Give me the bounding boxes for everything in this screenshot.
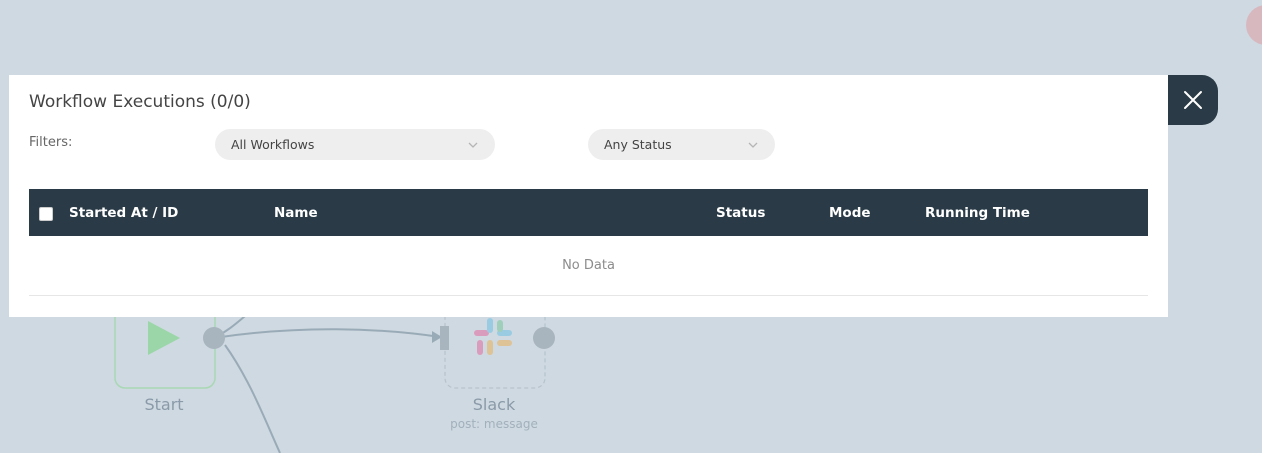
select-all-checkbox[interactable] [39,207,53,221]
play-icon [148,321,180,355]
executions-dialog: Workflow Executions (0/0) Filters: All W… [9,75,1168,317]
table-header: Started At / ID Name Status Mode Running… [29,189,1148,236]
workflow-filter-value: All Workflows [231,137,315,152]
status-filter-value: Any Status [604,137,672,152]
column-header-started[interactable]: Started At / ID [69,205,178,221]
status-filter-select[interactable]: Any Status [588,129,775,160]
column-header-name[interactable]: Name [274,205,318,221]
slack-icon [474,318,512,355]
column-header-status[interactable]: Status [716,205,765,221]
close-icon [1184,91,1202,109]
dialog-title: Workflow Executions (0/0) [29,92,251,112]
node-sublabel-slack: post: message [450,417,538,431]
column-header-running-time[interactable]: Running Time [925,205,1030,221]
close-dialog-button[interactable] [1168,75,1218,125]
node-label-start: Start [144,395,184,414]
node-label-slack: Slack [472,395,516,414]
chevron-down-icon [748,142,758,148]
executions-table: Started At / ID Name Status Mode Running… [29,189,1148,296]
workflow-filter-select[interactable]: All Workflows [215,129,495,160]
empty-table-message: No Data [29,236,1148,296]
column-header-mode[interactable]: Mode [829,205,871,221]
chevron-down-icon [468,142,478,148]
filters-label: Filters: [29,135,73,150]
